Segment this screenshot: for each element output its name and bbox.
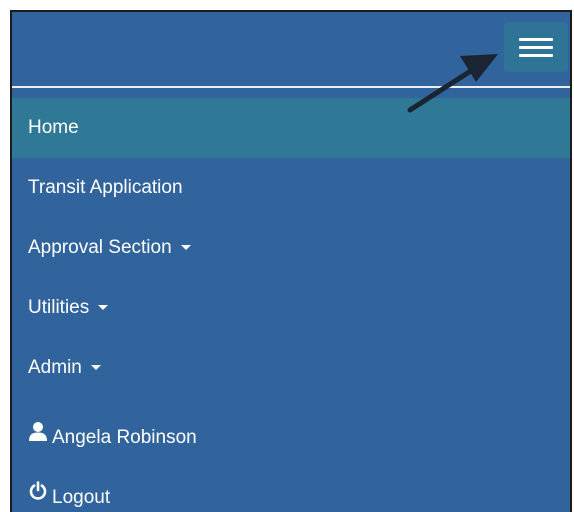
nav-item-user[interactable]: Angela Robinson (12, 408, 570, 468)
nav-item-transit-application[interactable]: Transit Application (12, 158, 570, 218)
navbar-divider (12, 86, 570, 88)
nav-item-home[interactable]: Home (12, 98, 570, 158)
nav-item-approval-section[interactable]: Approval Section (12, 218, 570, 278)
user-icon (28, 406, 48, 466)
nav-menu: Home Transit Application Approval Sectio… (12, 98, 570, 512)
nav-item-label: Transit Application (28, 177, 183, 198)
navbar: Home Transit Application Approval Sectio… (10, 10, 572, 512)
nav-item-label: Approval Section (28, 237, 172, 258)
caret-down-icon (90, 365, 101, 371)
navbar-header (12, 12, 570, 86)
nav-item-label: Admin (28, 357, 82, 378)
power-icon (28, 466, 48, 512)
navbar-toggle-button[interactable] (504, 22, 568, 72)
nav-item-utilities[interactable]: Utilities (12, 278, 570, 338)
nav-item-label: Home (28, 117, 79, 138)
logout-label: Logout (52, 487, 111, 509)
caret-down-icon (98, 305, 109, 311)
user-name-label: Angela Robinson (52, 427, 197, 449)
caret-down-icon (180, 245, 191, 251)
nav-item-label: Utilities (28, 297, 90, 318)
nav-item-logout[interactable]: Logout (12, 468, 570, 512)
nav-item-admin[interactable]: Admin (12, 338, 570, 398)
